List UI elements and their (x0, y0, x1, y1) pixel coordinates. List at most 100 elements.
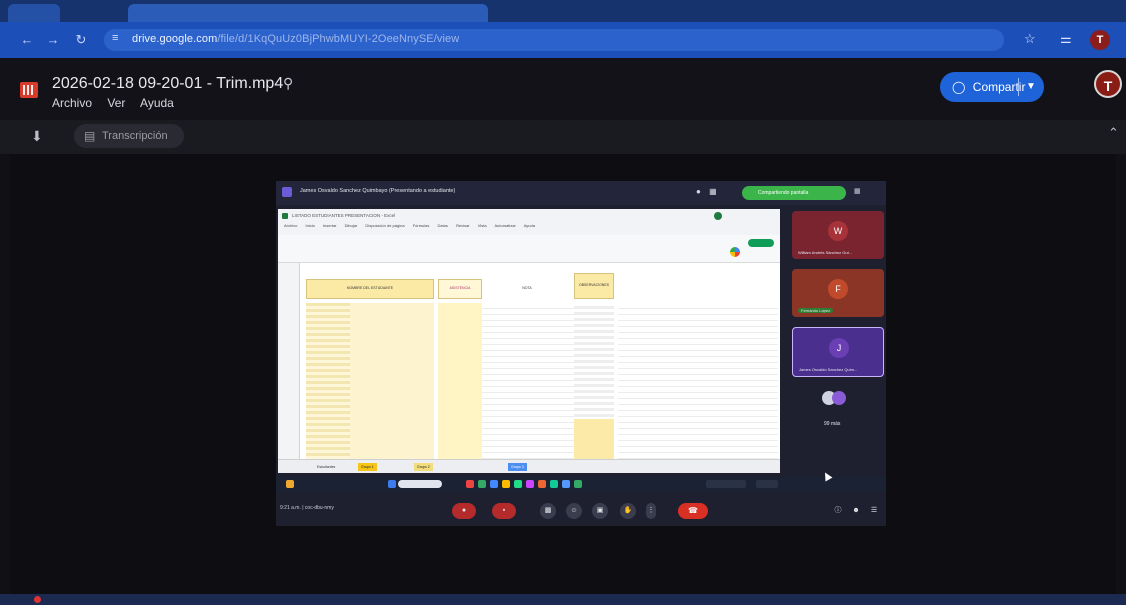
weather-icon (286, 480, 294, 488)
sheet-menu-9: Automatizar (494, 223, 516, 228)
bottom-bar (0, 594, 1126, 605)
status-dot (714, 212, 722, 220)
captions-icon: ▩ (540, 503, 556, 519)
spreadsheet-title-bar: LISTADO ESTUDIANTES PRESENTACION - Excel… (278, 209, 780, 235)
spreadsheet-ribbon (278, 235, 780, 263)
taskbar-app-icon-4 (502, 480, 510, 488)
presenting-status-pill: Compartiendo pantalla (742, 186, 846, 200)
spreadsheet-grid: NOMBRE DEL ESTUDIANTE ASISTENCIA NOTA OB… (278, 263, 780, 459)
taskbar-app-icon-6 (526, 480, 534, 488)
taskbar-tray (706, 480, 746, 488)
participant-name-3: James Osvaldo Sanchez Quim... (799, 367, 858, 372)
chevron-up-icon[interactable]: ⌃ (1108, 125, 1119, 141)
screen: ← → ↻ ≡ drive.google.com/file/d/1KqQuUz0… (0, 0, 1126, 605)
sheet-menu-3: Dibujar (344, 223, 358, 228)
video-file-icon (20, 82, 38, 98)
info-icon: ⓘ (834, 507, 842, 514)
download-icon[interactable]: ⬇ (31, 128, 43, 145)
participant-tile-more: 99 más (792, 385, 884, 431)
data-column-attendance (438, 303, 482, 459)
participant-name-more: 99 más (824, 421, 841, 427)
shared-folder-icon[interactable]: ⚲ (283, 75, 293, 92)
taskbar-app-icon-10 (574, 480, 582, 488)
header-attendance-text: ASISTENCIA (449, 286, 471, 290)
puzzle-icon[interactable]: ⚌ (1060, 31, 1072, 47)
participant-avatar-1: W (828, 221, 848, 241)
sheet-menu-6: Datos (437, 223, 448, 228)
hangup-icon: ☎ (678, 503, 708, 519)
share-button[interactable]: ◯ Compartir ▼ (940, 72, 1044, 102)
excel-icon (282, 213, 288, 219)
sheet-menu-10: Ayuda (523, 223, 535, 228)
spreadsheet-share-button (748, 239, 774, 247)
taskbar-app-icon-1 (466, 480, 474, 488)
menu-archivo[interactable]: Archivo (52, 96, 92, 110)
transcript-button[interactable]: ▤ Transcripción (74, 124, 184, 148)
sheet-tab-2: Grupo 2 (414, 463, 433, 471)
arrow-right-icon[interactable]: → (44, 31, 62, 49)
taskbar-app-icon-2 (478, 480, 486, 488)
user-avatar[interactable]: T (1094, 70, 1122, 98)
data-column-highlight (574, 419, 614, 459)
presenting-icon (282, 187, 292, 197)
header-notes-text: OBSERVACIONES (578, 283, 610, 287)
spreadsheet-title: LISTADO ESTUDIANTES PRESENTACION - Excel (292, 213, 396, 218)
chevron-down-icon[interactable]: ▼ (1026, 72, 1036, 102)
sheet-menu-0: Archivo (284, 223, 298, 228)
globe-icon: ◯ (952, 80, 966, 94)
browser-address-bar: ← → ↻ ≡ drive.google.com/file/d/1KqQuUz0… (0, 22, 1126, 58)
participant-name-1: William Andrés Sánchez Gut... (798, 250, 853, 255)
participant-name-2: Fernando López (798, 308, 834, 313)
meeting-recording-frame: James Osvaldo Sanchez Quimbayo (Presenta… (276, 181, 886, 526)
meeting-top-icons: ● ▦ (696, 187, 717, 196)
participant-tile-3: J James Osvaldo Sanchez Quim... (792, 327, 884, 377)
browser-profile-avatar[interactable]: T (1090, 30, 1110, 50)
mic-icon: ● (452, 503, 476, 519)
shared-spreadsheet: LISTADO ESTUDIANTES PRESENTACION - Excel… (278, 209, 780, 473)
data-column-values (574, 303, 614, 419)
data-column-names (350, 303, 434, 459)
sheet-tab-0: Estudiantes (317, 465, 336, 469)
arrow-left-icon[interactable]: ← (18, 31, 36, 49)
sheet-menu-4: Disposición de página (365, 223, 405, 228)
raise-hand-icon: ✋ (620, 503, 636, 519)
data-column-ids (306, 303, 350, 459)
browser-tab[interactable] (8, 4, 60, 22)
header-students-text: NOMBRE DEL ESTUDIANTE (346, 286, 394, 290)
grid-icon: ▦ (854, 188, 861, 195)
url-bar[interactable]: ≡ drive.google.com/file/d/1KqQuUz0BjPhwb… (104, 29, 1004, 51)
header-grade-text: NOTA (522, 286, 532, 290)
copilot-icon (730, 247, 740, 257)
menu-ver[interactable]: Ver (107, 96, 125, 110)
presenter-banner: James Osvaldo Sanchez Quimbayo (Presenta… (300, 188, 456, 194)
sheet-tab-1: Grupo 1 (358, 463, 377, 471)
taskbar-clock (756, 480, 778, 488)
participant-avatar-2: F (828, 279, 848, 299)
url-host: drive.google.com (132, 33, 218, 45)
participant-tile-1: W William Andrés Sánchez Gut... (792, 211, 884, 259)
share-divider (1018, 78, 1019, 96)
people-icon: ☻ (852, 507, 860, 514)
meeting-controls: 9:21 a.m. | coc-dbu-nmy ● ▪ ▩ ☺ ▣ ✋ ⋮ ☎ … (276, 497, 886, 526)
more-icon: ⋮ (646, 503, 656, 519)
browser-tab-active[interactable] (128, 4, 488, 22)
tune-icon[interactable]: ≡ (112, 32, 118, 44)
present-icon: ▣ (592, 503, 608, 519)
taskbar-app-icon-9 (562, 480, 570, 488)
taskbar-app-icon-8 (550, 480, 558, 488)
taskbar-search (398, 480, 442, 488)
browser-tab-strip (0, 0, 1126, 22)
meeting-top-bar: James Osvaldo Sanchez Quimbayo (Presenta… (276, 181, 886, 205)
windows-taskbar (276, 477, 886, 491)
windows-start-icon (388, 480, 396, 488)
star-icon[interactable]: ☆ (1024, 31, 1036, 47)
reload-icon[interactable]: ↻ (72, 31, 90, 49)
menu-ayuda[interactable]: Ayuda (140, 96, 174, 110)
taskbar-app-icon-7 (538, 480, 546, 488)
activities-icon: ☰ (870, 507, 878, 514)
transcript-label: Transcripción (102, 130, 168, 142)
emoji-icon: ☺ (566, 503, 582, 519)
pin-icon: ● (696, 187, 701, 196)
row-numbers (278, 263, 300, 459)
data-column-blank (482, 303, 574, 459)
